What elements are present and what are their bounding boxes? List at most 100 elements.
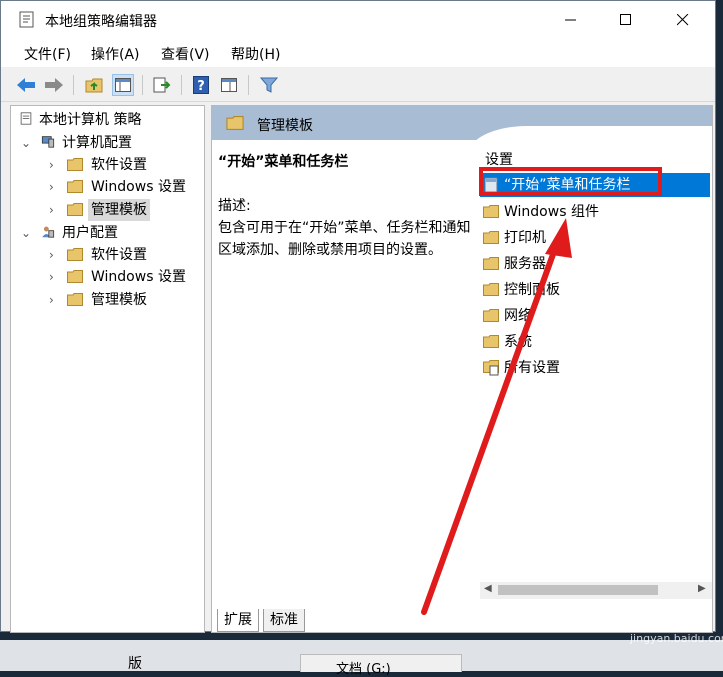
show-hide-tree-button[interactable] <box>112 74 134 96</box>
folder-icon <box>67 158 83 171</box>
description-label: 描述: <box>218 198 251 214</box>
list-item-label: Windows 组件 <box>504 204 599 220</box>
show-hide-tree-icon <box>115 78 131 92</box>
folder-icon <box>226 116 244 130</box>
maximize-icon <box>620 14 631 25</box>
tree-item-label: 管理模板 <box>91 292 147 308</box>
window-title: 本地组策略编辑器 <box>45 14 157 30</box>
back-arrow-icon <box>17 78 35 92</box>
up-folder-icon <box>85 78 103 93</box>
list-item[interactable]: 系统 <box>480 330 710 354</box>
tree-item-label: 管理模板 <box>88 199 150 221</box>
forward-arrow-icon <box>45 78 63 92</box>
list-item[interactable]: 打印机 <box>480 226 710 250</box>
chevron-right-icon[interactable]: › <box>49 289 54 311</box>
folder-icon <box>67 270 83 283</box>
svg-text:?: ? <box>197 79 205 94</box>
folder-icon <box>483 335 499 348</box>
scroll-right-icon[interactable]: ▶ <box>698 583 706 594</box>
list-item-label: 控制面板 <box>504 282 560 298</box>
list-item-label: 服务器 <box>504 256 546 272</box>
folder-icon <box>67 203 83 216</box>
baidu-watermark-logo: Baidu经验 <box>553 604 696 634</box>
help-button[interactable]: ? <box>190 74 212 96</box>
folder-icon <box>67 248 83 261</box>
toolbar-separator <box>142 75 143 95</box>
toolbar-separator <box>181 75 182 95</box>
chevron-right-icon[interactable]: › <box>49 154 54 176</box>
tree-item-label: Windows 设置 <box>91 269 186 285</box>
list-item[interactable]: 控制面板 <box>480 278 710 302</box>
maximize-button[interactable] <box>598 1 654 39</box>
toolbar: ? <box>1 69 715 102</box>
folder-icon <box>483 283 499 296</box>
details-header-title: 管理模板 <box>257 118 313 134</box>
menu-action[interactable]: 操作(A) <box>91 44 140 64</box>
close-icon <box>677 14 689 26</box>
properties-icon <box>221 78 237 92</box>
tab-standard[interactable]: 标准 <box>263 609 305 632</box>
chevron-right-icon[interactable]: › <box>49 176 54 198</box>
tab-extended[interactable]: 扩展 <box>217 609 259 632</box>
background-tab-label: 文档 (G:) <box>336 662 391 677</box>
folder-icon <box>483 309 499 322</box>
description-title: “开始”菜单和任务栏 <box>218 154 349 170</box>
title-bar[interactable]: 本地组策略编辑器 <box>1 1 715 39</box>
toolbar-separator <box>248 75 249 95</box>
folder-icon <box>483 257 499 270</box>
policy-editor-app-icon <box>19 11 34 28</box>
back-button[interactable] <box>15 74 37 96</box>
policy-document-icon <box>20 112 32 125</box>
scroll-left-icon[interactable]: ◀ <box>484 583 492 594</box>
list-item-label: 所有设置 <box>504 360 560 376</box>
menu-view[interactable]: 查看(V) <box>161 44 210 64</box>
tree-computer-label: 计算机配置 <box>62 135 132 151</box>
settings-column-header[interactable]: 设置 <box>485 149 513 169</box>
baidu-watermark-url: jingyan.baidu.com <box>630 632 723 645</box>
tree-item-label: Windows 设置 <box>91 179 186 195</box>
list-item-label: 系统 <box>504 334 532 350</box>
up-level-button[interactable] <box>83 74 105 96</box>
computer-icon <box>41 136 55 148</box>
help-icon: ? <box>193 76 209 94</box>
export-list-icon <box>153 77 171 93</box>
tree-root-label: 本地计算机 策略 <box>39 112 142 128</box>
list-item-label: 网络 <box>504 308 532 324</box>
group-policy-editor-window: 本地组策略编辑器 文件(F) 操作(A) 查看(V) 帮助(H) ? 本地计算机… <box>0 0 716 633</box>
chevron-right-icon[interactable]: › <box>49 244 54 266</box>
list-item[interactable]: 网络 <box>480 304 710 328</box>
list-item[interactable]: 所有设置 <box>480 356 710 380</box>
close-button[interactable] <box>655 1 711 39</box>
menu-help[interactable]: 帮助(H) <box>231 44 280 64</box>
chevron-right-icon[interactable]: › <box>49 266 54 288</box>
menu-file[interactable]: 文件(F) <box>24 44 71 64</box>
filter-button[interactable] <box>258 74 280 96</box>
list-item-label: 打印机 <box>504 230 546 246</box>
folder-icon <box>67 180 83 193</box>
user-icon <box>42 226 55 238</box>
properties-button[interactable] <box>218 74 240 96</box>
folder-icon <box>67 293 83 306</box>
description-text: 包含可用于在“开始”菜单、任务栏和通知区域添加、删除或禁用项目的设置。 <box>218 220 471 258</box>
horizontal-scrollbar[interactable]: ◀ ▶ <box>480 582 712 599</box>
list-item[interactable]: 服务器 <box>480 252 710 276</box>
list-item[interactable]: Windows 组件 <box>480 200 710 224</box>
scrollbar-thumb[interactable] <box>498 585 658 595</box>
toolbar-separator <box>73 75 74 95</box>
chevron-right-icon[interactable]: › <box>49 199 54 221</box>
tree-item-label: 软件设置 <box>91 247 147 263</box>
export-list-button[interactable] <box>151 74 173 96</box>
all-settings-folder-icon <box>483 360 499 376</box>
minimize-icon <box>565 19 576 21</box>
folder-icon <box>483 205 499 218</box>
filter-icon <box>260 77 278 93</box>
chevron-down-icon[interactable]: ⌄ <box>21 222 31 244</box>
folder-icon <box>483 231 499 244</box>
tree-pane: 本地计算机 策略 ⌄ 计算机配置 › 软件设置 › Windows 设置 › 管… <box>10 105 205 633</box>
tree-item-label: 软件设置 <box>91 157 147 173</box>
minimize-button[interactable] <box>543 1 599 39</box>
forward-button[interactable] <box>43 74 65 96</box>
annotation-highlight-box <box>479 167 662 196</box>
menu-bar: 文件(F) 操作(A) 查看(V) 帮助(H) <box>1 39 715 67</box>
chevron-down-icon[interactable]: ⌄ <box>21 132 31 154</box>
